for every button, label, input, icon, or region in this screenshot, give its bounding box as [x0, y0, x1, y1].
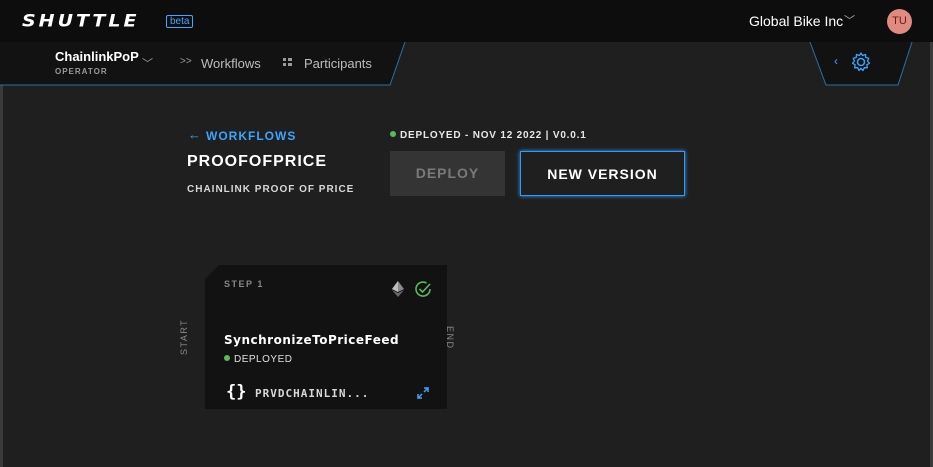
chevron-left-icon[interactable]: ‹ [834, 54, 838, 68]
ethereum-icon [392, 281, 404, 297]
chevron-down-icon[interactable]: ﹀ [844, 12, 855, 28]
nav-workflows[interactable]: Workflows [201, 56, 261, 71]
step-name: SynchronizeToPriceFeed [224, 333, 400, 347]
step-status-text: DEPLOYED [234, 354, 293, 365]
beta-badge: beta [166, 15, 194, 28]
status-badge: DEPLOYED - NOV 12 2022 | V0.0.1 [390, 130, 587, 141]
check-circle-icon [415, 281, 431, 297]
nav-participants[interactable]: Participants [304, 56, 372, 71]
page-subtitle: CHAINLINK PROOF OF PRICE [187, 184, 355, 195]
sub-nav-bar [0, 42, 913, 86]
avatar[interactable]: TU [887, 9, 912, 34]
contract-name: PRVDCHAINLIN... [255, 387, 370, 400]
step-number: STEP 1 [224, 279, 264, 289]
new-version-button[interactable]: NEW VERSION [520, 151, 685, 196]
chevron-down-icon[interactable]: ﹀ [142, 55, 153, 71]
app-logo[interactable]: SHUTTLE [22, 11, 139, 31]
deploy-button[interactable]: DEPLOY [390, 151, 505, 196]
status-dot-icon [390, 131, 396, 137]
code-braces-icon: {} [226, 382, 247, 402]
step-status: DEPLOYED [224, 354, 292, 365]
status-text: DEPLOYED - NOV 12 2022 | V0.0.1 [400, 130, 587, 141]
project-role: OPERATOR [55, 67, 108, 76]
status-dot-icon [224, 355, 230, 361]
page-title: PROOFOFPRICE [187, 153, 328, 170]
chevrons-right-icon: >> [180, 56, 192, 67]
project-name[interactable]: ChainlinkPoP [55, 49, 139, 64]
arrow-left-icon[interactable]: ← [188, 127, 201, 142]
start-label: START [179, 318, 189, 355]
org-switcher[interactable]: Global Bike Inc [749, 13, 843, 29]
expand-icon[interactable] [416, 386, 430, 400]
back-to-workflows-link[interactable]: WORKFLOWS [206, 129, 296, 143]
gear-icon[interactable] [850, 51, 872, 73]
participants-icon [283, 58, 292, 66]
